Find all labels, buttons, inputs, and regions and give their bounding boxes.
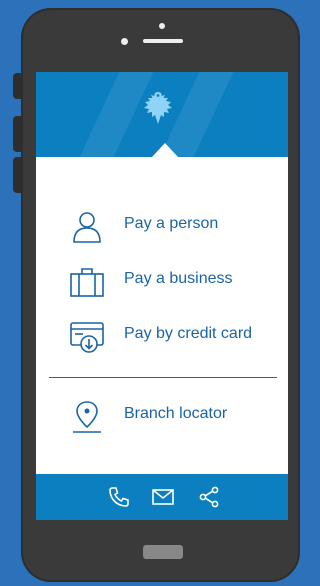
earpiece-speaker <box>143 39 183 43</box>
mail-icon[interactable] <box>151 485 175 509</box>
app-header <box>36 72 288 157</box>
share-icon[interactable] <box>197 485 221 509</box>
home-button[interactable] <box>143 545 183 559</box>
menu-item-branch-locator[interactable]: Branch locator <box>36 394 288 438</box>
location-pin-icon <box>73 401 101 433</box>
menu-item-pay-by-credit-card[interactable]: Pay by credit card <box>36 314 288 358</box>
credit-card-download-icon <box>70 322 104 353</box>
menu-item-label: Pay by credit card <box>124 325 253 342</box>
proximity-sensor <box>121 38 128 45</box>
menu-item-pay-a-person[interactable]: Pay a person <box>36 204 288 248</box>
app-screen: Pay a person Pay a business Pay by credi… <box>36 72 288 520</box>
footer-action-bar <box>36 474 288 520</box>
front-camera <box>159 23 165 29</box>
briefcase-icon <box>70 268 104 297</box>
phone-icon[interactable] <box>107 485 131 509</box>
eagle-logo-icon <box>144 92 172 124</box>
menu-item-label: Pay a person <box>124 215 219 232</box>
person-icon <box>73 212 101 243</box>
menu-item-label: Branch locator <box>124 405 228 422</box>
menu-item-label: Pay a business <box>124 270 233 287</box>
menu-divider <box>49 377 277 378</box>
header-pointer <box>152 143 178 157</box>
menu-item-pay-a-business[interactable]: Pay a business <box>36 259 288 303</box>
